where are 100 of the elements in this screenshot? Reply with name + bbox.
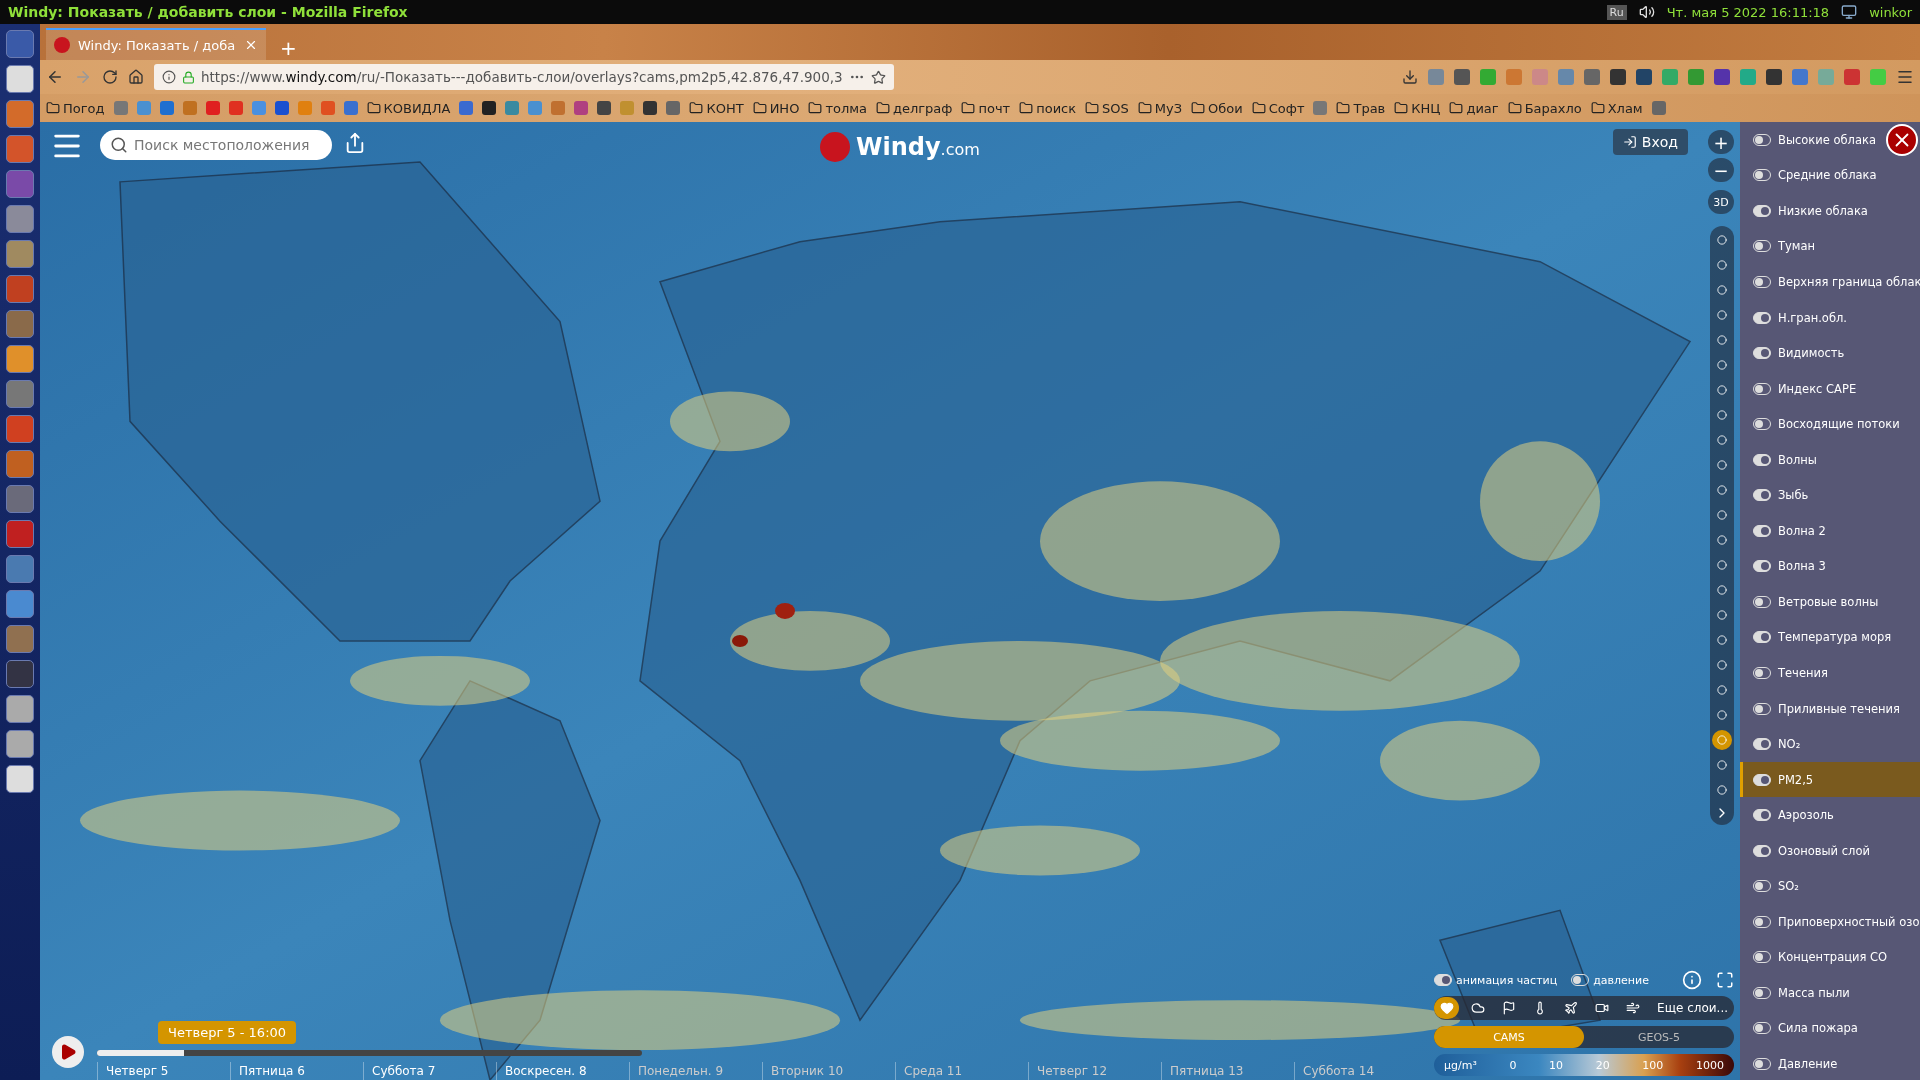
toggle-switch[interactable] [1753,311,1771,324]
toggle-switch[interactable] [1753,631,1771,644]
layer-item[interactable]: Низкие облака [1740,193,1920,229]
layer-item[interactable]: Зыбь [1740,477,1920,513]
layer-item[interactable]: Масса пыли [1740,975,1920,1011]
home-icon[interactable] [128,69,144,85]
layer-item[interactable]: Восходящие потоки [1740,406,1920,442]
window-title: Windy: Показать / добавить слои - Mozilla Firefox [8,4,408,20]
day-label[interactable]: Суббота 7 [363,1062,496,1080]
toggle-switch[interactable] [1753,560,1771,573]
toggle-switch[interactable]: анимация частиц [1434,973,1558,987]
day-label[interactable]: Четверг 5 [97,1062,230,1080]
layer-item[interactable]: SO₂ [1740,868,1920,905]
circle-icon [1717,485,1727,495]
toggle-switch[interactable] [1753,204,1771,217]
reload-icon[interactable] [102,69,118,85]
layer-item[interactable]: Видимость [1740,335,1920,371]
layer-item[interactable]: Индекс CAPE [1740,370,1920,407]
new-tab-button[interactable]: + [274,36,303,60]
share-icon[interactable] [344,132,366,154]
layer-item[interactable]: Туман [1740,228,1920,265]
layer-button[interactable] [1434,997,1459,1019]
day-label[interactable]: Пятница 6 [230,1062,363,1080]
layer-item[interactable]: Высокие облака [1740,122,1920,158]
bookmark-folder[interactable]: Трав [1336,100,1386,116]
layer-item[interactable]: Течения [1740,655,1920,691]
login-button[interactable]: Вход [1612,129,1688,155]
download-icon[interactable] [1402,69,1418,85]
bookmark-folder[interactable]: диаг [1449,100,1499,116]
bookmark-folder[interactable]: МуЗ [1137,100,1183,116]
layer-item[interactable]: Аэрозоль [1740,797,1920,833]
toggle-switch[interactable] [1753,453,1771,466]
layer-item[interactable]: NO₂ [1740,726,1920,762]
folder-icon [961,101,976,115]
bookmark-folder[interactable]: КОНТ [689,100,744,116]
zoom-out-button[interactable]: − [1708,158,1734,182]
model-tab[interactable]: GEOS-5 [1584,1026,1734,1048]
fullscreen-icon[interactable] [1716,971,1734,989]
app-icon[interactable] [6,345,34,373]
layer-item[interactable]: Концентрация CO [1740,939,1920,976]
layer-item[interactable]: Волны [1740,441,1920,478]
info-icon[interactable] [162,70,176,84]
toggle-switch[interactable] [1753,489,1771,502]
toggle-switch[interactable] [1753,809,1771,822]
toggle-switch[interactable] [1753,773,1771,786]
layer-item[interactable]: Озоновый слой [1740,832,1920,869]
extension-icon[interactable] [1610,69,1626,85]
app-icon[interactable] [6,765,34,793]
bookmark-folder[interactable]: Хлам [1590,100,1643,116]
bookmark-icon[interactable] [643,101,658,115]
app-icon[interactable] [6,695,34,723]
circle-icon [1717,285,1727,295]
back-icon[interactable] [46,68,64,86]
bookmark-folder[interactable]: почт [961,100,1011,116]
layer-item[interactable]: Средние облака [1740,157,1920,194]
toggle-switch[interactable] [1753,524,1771,537]
bookmark-folder[interactable]: Погод [46,100,105,116]
address-field[interactable]: https://www.windy.com/ru/-Показать---добавить-слои/overlays?cams,pm2p5,42.876,47.900,3 [154,64,894,90]
bookmark-icon[interactable] [482,101,497,115]
bookmark-folder[interactable]: ИНО [752,100,800,116]
app-icon[interactable] [6,730,34,758]
bookmark-folder[interactable]: поиск [1019,100,1077,116]
layer-item[interactable]: Волна 3 [1740,548,1920,585]
search-field[interactable]: Поиск местоположения [100,130,332,160]
layer-item[interactable]: PM2,5 [1740,761,1920,798]
toggle-switch[interactable] [1753,347,1771,360]
layer-item[interactable]: Ветровые волны [1740,584,1920,620]
bookmark-icon[interactable] [597,101,612,115]
app-icon[interactable] [6,65,34,93]
layer-item[interactable]: Приливные течения [1740,690,1920,727]
menu-icon[interactable] [1896,68,1914,86]
zoom-in-button[interactable]: + [1708,130,1734,154]
close-button[interactable] [1886,124,1918,156]
bookmark-folder[interactable]: Обои [1191,100,1243,116]
bookmark-folder[interactable]: SOS [1085,100,1129,116]
layer-item[interactable]: Волна 2 [1740,513,1920,549]
layer-item[interactable]: Н.гран.обл. [1740,299,1920,336]
windy-logo[interactable]: Windy.com [820,132,980,162]
layer-item[interactable]: Сила пожара [1740,1010,1920,1047]
close-icon[interactable] [244,38,258,52]
layer-item[interactable]: Температура моря [1740,619,1920,656]
star-icon[interactable] [871,69,886,85]
volume-icon[interactable] [1638,4,1655,20]
user-name[interactable]: winkor [1869,4,1912,20]
toggle-switch[interactable] [1753,738,1771,751]
toggle-switch[interactable]: давление [1571,973,1649,987]
bookmark-folder[interactable]: толма [808,100,867,116]
more-layers-button[interactable]: Еще слои... [1651,1001,1735,1015]
bookmark-folder[interactable]: КНЦ [1394,100,1441,116]
layer-item[interactable]: Приповерхностный озо [1740,904,1920,940]
day-label[interactable]: Воскресен. 8 [496,1062,629,1080]
bookmark-folder[interactable]: Софт [1251,100,1305,116]
bookmark-folder[interactable]: КОВИДЛА [366,100,451,116]
toggle-switch[interactable] [1753,844,1771,857]
bookmark-folder[interactable]: делграф [876,100,953,116]
timeline-track[interactable] [97,1050,642,1056]
bookmark-folder[interactable]: Барахло [1507,100,1582,116]
keyboard-layout[interactable]: Ru [1606,4,1627,20]
3d-button[interactable]: 3D [1708,190,1734,214]
layer-item[interactable]: Давление [1740,1046,1920,1080]
